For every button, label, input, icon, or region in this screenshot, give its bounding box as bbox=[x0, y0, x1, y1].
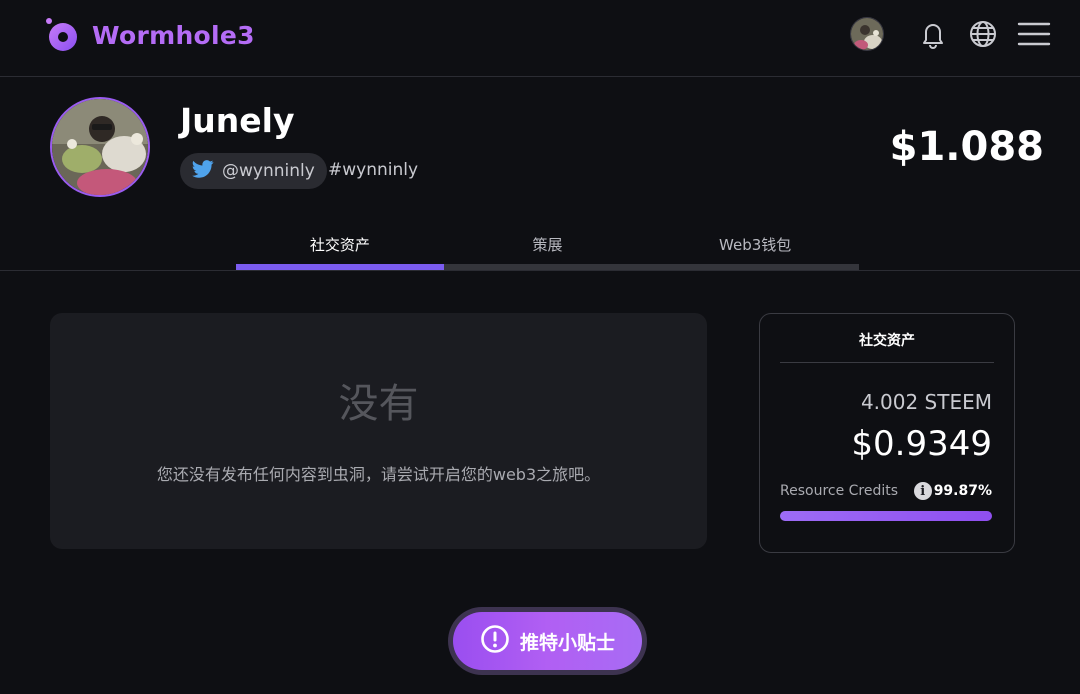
logo[interactable]: Wormhole3 bbox=[44, 16, 255, 54]
profile-hashtag[interactable]: #wynninly bbox=[328, 160, 418, 180]
usd-amount: $0.9349 bbox=[851, 424, 992, 464]
resource-credits-label: Resource Credits bbox=[780, 483, 899, 499]
empty-state-description: 您还没有发布任何内容到虫洞，请尝试开启您的web3之旅吧。 bbox=[156, 465, 601, 484]
resource-credits-bar-fill bbox=[780, 511, 992, 521]
globe-icon[interactable] bbox=[966, 17, 1000, 51]
twitter-tips-label: 推特小贴士 bbox=[519, 631, 615, 654]
profile-avatar bbox=[50, 97, 150, 197]
resource-credits-bar bbox=[780, 511, 992, 521]
assets-card-divider bbox=[780, 362, 994, 363]
resource-credits-value: 99.87% bbox=[933, 483, 992, 499]
twitter-handle: @wynninly bbox=[222, 161, 315, 181]
bell-icon[interactable] bbox=[916, 17, 950, 51]
alert-circle-icon bbox=[480, 624, 510, 658]
logo-text: Wormhole3 bbox=[92, 20, 255, 50]
total-value: $1.088 bbox=[889, 124, 1044, 170]
section-divider bbox=[0, 270, 1080, 271]
user-avatar[interactable] bbox=[850, 17, 884, 51]
twitter-tips-button-inner[interactable]: 推特小贴士 bbox=[453, 612, 642, 670]
twitter-bird-icon bbox=[192, 160, 214, 182]
resource-credits-row: Resource Credits i 99.87% bbox=[780, 480, 992, 502]
menu-icon[interactable] bbox=[1016, 17, 1052, 51]
assets-card-title: 社交资产 bbox=[859, 333, 915, 349]
steem-amount: 4.002 STEEM bbox=[860, 390, 992, 414]
info-icon[interactable]: i bbox=[913, 482, 932, 500]
empty-state-title: 没有 bbox=[338, 381, 419, 427]
profile-name: Junely bbox=[180, 101, 295, 140]
twitter-handle-pill[interactable]: @wynninly bbox=[180, 153, 327, 189]
empty-state-card: 没有 您还没有发布任何内容到虫洞，请尝试开启您的web3之旅吧。 bbox=[50, 313, 707, 549]
wormhole-logo-icon bbox=[44, 17, 80, 53]
twitter-tips-button[interactable]: 推特小贴士 bbox=[448, 607, 647, 675]
nav-actions bbox=[850, 16, 1052, 52]
social-assets-card: 社交资产 4.002 STEEM $0.9349 Resource Credit… bbox=[759, 313, 1015, 553]
top-nav-bar: Wormhole3 bbox=[0, 0, 1080, 77]
